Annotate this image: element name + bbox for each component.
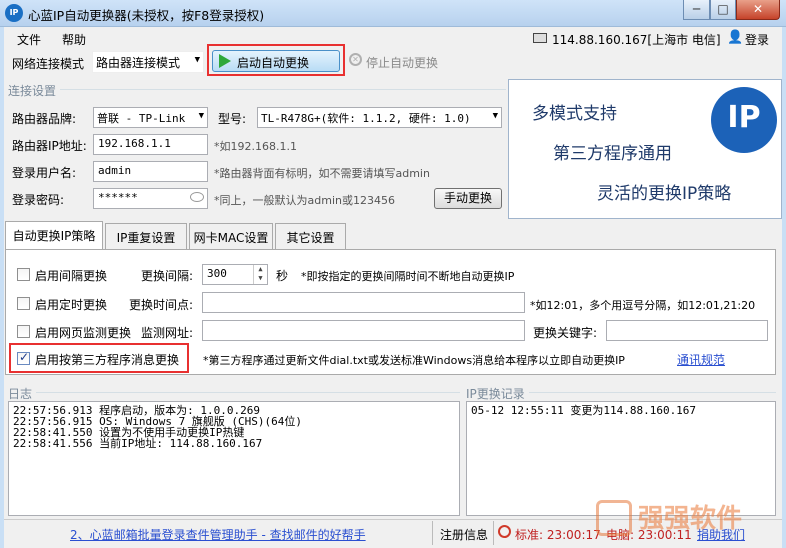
username-input[interactable]: admin <box>93 161 208 182</box>
tab-mac-settings[interactable]: 网卡MAC设置 <box>189 223 273 250</box>
mode-label: 网络连接模式 <box>12 57 85 71</box>
password-hint: *同上，一般默认为admin或123456 <box>214 194 395 207</box>
log-title: 日志 <box>8 385 37 402</box>
connection-group-title: 连接设置 <box>8 82 61 99</box>
stop-icon: ✕ <box>349 53 362 66</box>
model-label: 型号: <box>218 112 247 126</box>
spin-arrows-icon[interactable]: ▲ ▼ <box>253 265 267 284</box>
mode-select[interactable]: 路由器连接模式 ▼ <box>92 51 204 73</box>
ad-line-3: 灵活的更换IP策略 <box>597 184 732 204</box>
ip-logo-icon: IP <box>711 87 777 153</box>
model-select-value: TL-R478G+(软件: 1.1.2, 硬件: 1.0) <box>261 112 471 125</box>
password-label: 登录密码: <box>12 193 65 207</box>
interval-checkbox[interactable] <box>17 268 30 281</box>
interval-hint: *即按指定的更换间隔时间不断地自动更换IP <box>301 270 515 283</box>
username-hint: *路由器背面有标明，如不需要请填写admin <box>214 167 430 180</box>
status-divider <box>493 521 494 545</box>
manual-change-button[interactable]: 手动更换 <box>434 188 502 209</box>
third-party-hint: *第三方程序通过更新文件dial.txt或发送标准Windows消息给本程序以立… <box>203 354 625 367</box>
menu-help[interactable]: 帮助 <box>62 31 86 48</box>
model-select[interactable]: TL-R478G+(软件: 1.1.2, 硬件: 1.0) ▼ <box>257 107 502 128</box>
router-ip-label: 路由器IP地址: <box>12 139 87 153</box>
router-ip-hint: *如192.168.1.1 <box>214 140 297 153</box>
keyword-label: 更换关键字: <box>533 326 598 340</box>
tab-ip-repeat[interactable]: IP重复设置 <box>105 223 187 250</box>
protocol-link[interactable]: 通讯规范 <box>677 351 725 368</box>
user-icon[interactable]: 👤 <box>727 30 743 45</box>
web-url-label: 监测网址: <box>141 326 194 340</box>
log-group-line <box>8 392 460 393</box>
tab-auto-strategy[interactable]: 自动更换IP策略 <box>5 221 103 250</box>
tab-other-settings[interactable]: 其它设置 <box>275 223 346 250</box>
maximize-button[interactable]: □ <box>710 0 736 20</box>
brand-select[interactable]: 普联 - TP-Link ▼ <box>93 107 208 128</box>
interval-label: 更换间隔: <box>141 269 194 283</box>
menu-file[interactable]: 文件 <box>17 31 41 48</box>
login-link[interactable]: 登录 <box>745 31 769 48</box>
iplog-title: IP更换记录 <box>466 385 529 402</box>
close-button[interactable]: ✕ <box>736 0 780 20</box>
eye-icon[interactable] <box>190 192 204 202</box>
log-line: 22:58:41.556 当前IP地址: 114.88.160.167 <box>13 437 263 450</box>
start-auto-button[interactable]: 启动自动更换 <box>212 50 340 72</box>
register-info[interactable]: 注册信息 <box>440 526 488 543</box>
timed-checkbox[interactable] <box>17 297 30 310</box>
minimize-button[interactable]: ─ <box>683 0 710 20</box>
ad-line-2: 第三方程序通用 <box>553 144 672 164</box>
chevron-down-icon: ▼ <box>194 55 200 65</box>
iplog-line: 05-12 12:55:11 变更为114.88.160.167 <box>471 404 697 417</box>
router-ip-input[interactable]: 192.168.1.1 <box>93 134 208 155</box>
connection-group-line <box>8 89 506 90</box>
timed-check-label: 启用定时更换 <box>35 298 108 312</box>
network-icon <box>533 33 547 43</box>
mode-select-value: 路由器连接模式 <box>96 56 181 70</box>
brand-select-value: 普联 - TP-Link <box>97 112 186 125</box>
web-monitor-check-label: 启用网页监测更换 <box>35 326 132 340</box>
web-monitor-checkbox[interactable] <box>17 325 30 338</box>
window-title: 心蓝IP自动更换器(未授权，按F8登录授权) <box>28 8 265 23</box>
app-icon: IP <box>5 4 23 22</box>
username-label: 登录用户名: <box>12 166 77 180</box>
third-party-checkbox[interactable] <box>17 350 30 365</box>
ad-link[interactable]: 2、心蓝邮箱批量登录查件管理助手 - 查找邮件的好帮手 <box>70 526 366 543</box>
current-ip-display: 114.88.160.167[上海市 电信] <box>552 33 721 47</box>
interval-stepper[interactable]: 300 ▲ ▼ <box>202 264 268 285</box>
play-icon <box>219 54 231 68</box>
interval-unit: 秒 <box>276 269 289 283</box>
clock-icon <box>498 525 511 538</box>
keyword-input[interactable] <box>606 320 768 341</box>
timed-hint: *如12:01，多个用逗号分隔，如12:01,21:20 <box>530 299 756 312</box>
chevron-down-icon: ▼ <box>198 111 204 121</box>
watermark-text: 强强软件 <box>638 504 743 534</box>
third-party-check-label: 启用按第三方程序消息更换 <box>35 353 180 367</box>
stop-auto-button[interactable]: 停止自动更换 <box>366 54 438 71</box>
timed-input[interactable] <box>202 292 525 313</box>
standard-time: 标准: 23:00:17 <box>515 528 601 542</box>
timed-label: 更换时间点: <box>129 298 194 312</box>
interval-check-label: 启用间隔更换 <box>35 269 108 283</box>
watermark-logo-icon <box>596 500 632 536</box>
web-url-input[interactable] <box>202 320 525 341</box>
chevron-down-icon: ▼ <box>492 111 498 121</box>
status-divider <box>432 521 433 545</box>
interval-value: 300 <box>207 267 227 280</box>
start-auto-label: 启动自动更换 <box>237 56 310 70</box>
brand-label: 路由器品牌: <box>12 112 77 126</box>
log-box[interactable]: 22:57:56.913 程序启动，版本为: 1.0.0.269 22:57:5… <box>8 401 460 516</box>
ad-line-1: 多模式支持 <box>532 104 617 124</box>
